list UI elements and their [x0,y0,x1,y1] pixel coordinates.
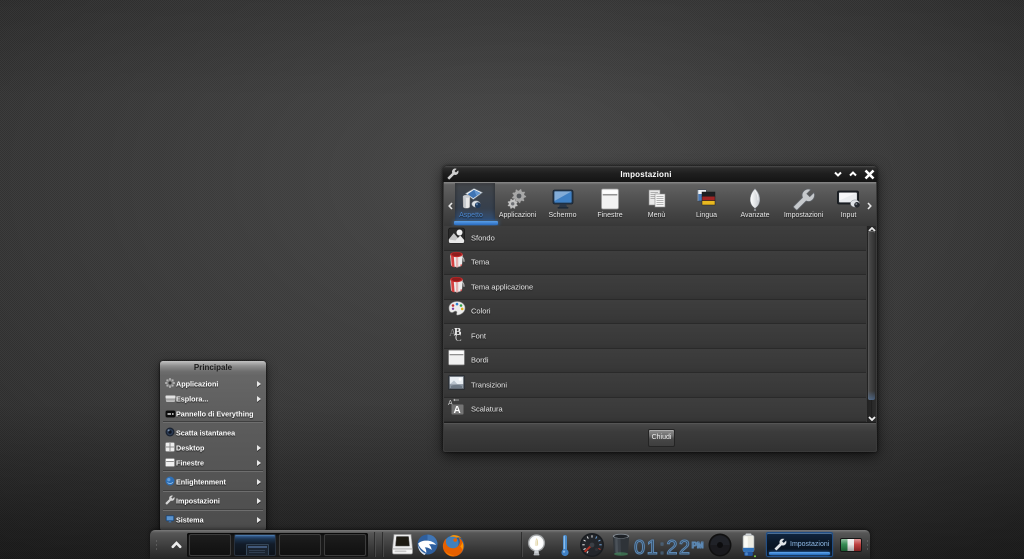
svg-text:A: A [454,405,461,415]
svg-text:C: C [455,333,462,342]
